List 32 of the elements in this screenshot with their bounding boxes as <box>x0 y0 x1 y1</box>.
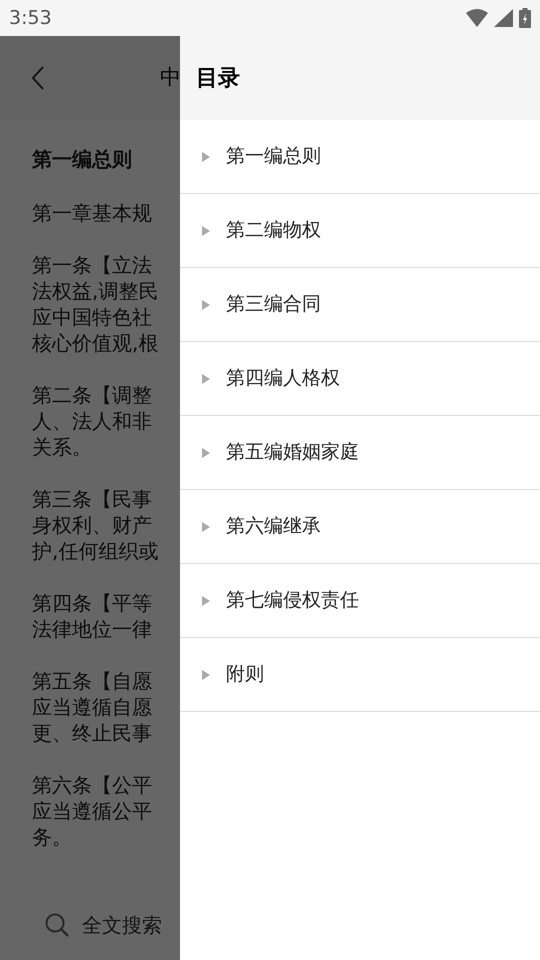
article-paragraph: 第三条【民事 身权利、财产 护,任何组织或 <box>32 486 158 564</box>
chapter-item[interactable]: 附则 <box>180 638 540 712</box>
article-paragraph: 第一条【立法 法权益,调整民 应中国特色社 核心价值观,根 <box>32 252 158 356</box>
chapter-item[interactable]: 第二编物权 <box>180 194 540 268</box>
triangle-icon <box>202 596 210 606</box>
drawer-title: 目录 <box>196 64 240 92</box>
article-paragraph: 第四条【平等 法律地位一律 <box>32 590 152 642</box>
chapter-item[interactable]: 第七编侵权责任 <box>180 564 540 638</box>
chapter-item[interactable]: 第六编继承 <box>180 490 540 564</box>
back-icon[interactable] <box>30 65 46 91</box>
battery-icon <box>519 8 531 28</box>
triangle-icon <box>202 522 210 532</box>
triangle-icon <box>202 300 210 310</box>
chapter-item[interactable]: 第四编人格权 <box>180 342 540 416</box>
article-paragraph: 第二条【调整 人、法人和非 关系。 <box>32 382 152 460</box>
signal-icon <box>494 9 513 27</box>
wifi-icon <box>466 9 488 27</box>
article-paragraph: 第六条【公平 应当遵循公平 务。 <box>32 772 152 850</box>
article-paragraph: 第五条【自愿 应当遵循自愿 更、终止民事 <box>32 668 152 746</box>
triangle-icon <box>202 448 210 458</box>
triangle-icon <box>202 670 210 680</box>
triangle-icon <box>202 374 210 384</box>
triangle-icon <box>202 152 210 162</box>
chapter-item[interactable]: 第一编总则 <box>180 120 540 194</box>
search-icon <box>44 912 70 938</box>
status-time: 3:53 <box>9 6 52 31</box>
section-heading: 第一编总则 <box>32 146 132 173</box>
page-title: 中 <box>160 64 181 92</box>
article-paragraph: 第一章基本规 <box>32 200 152 226</box>
chapter-item[interactable]: 第三编合同 <box>180 268 540 342</box>
triangle-icon <box>202 226 210 236</box>
chapter-item[interactable]: 第五编婚姻家庭 <box>180 416 540 490</box>
